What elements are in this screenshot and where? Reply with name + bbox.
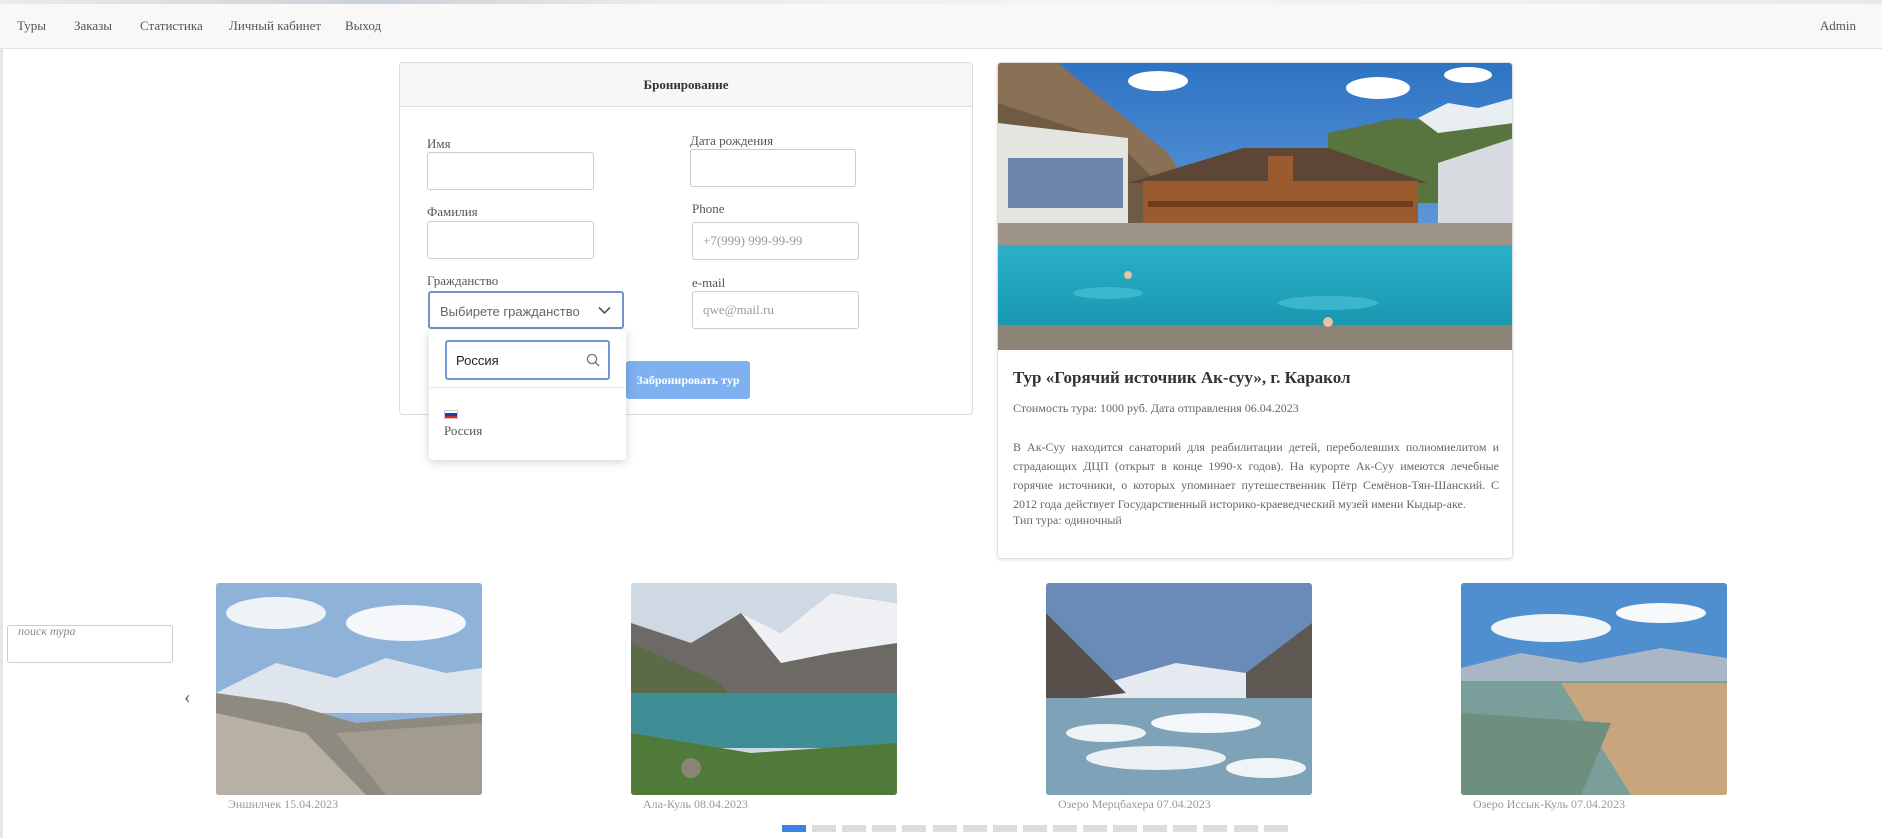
carousel-prev-icon[interactable]: ‹ xyxy=(184,686,191,709)
carousel-slide[interactable] xyxy=(1046,583,1312,795)
carousel-slide[interactable] xyxy=(631,583,897,795)
tour-type: Тип тура: одиночный xyxy=(1013,513,1122,527)
first-name-input[interactable] xyxy=(427,152,594,190)
carousel-dot[interactable] xyxy=(812,825,837,832)
birthdate-label: Дата рождения xyxy=(690,133,774,148)
carousel-dot[interactable] xyxy=(872,825,897,832)
tour-title: Тур «Горячий источник Ак-суу», г. Карако… xyxy=(1013,368,1351,387)
citizenship-dropdown: Россия Россия xyxy=(429,330,626,460)
citizenship-select[interactable]: Выбирете гражданство xyxy=(428,291,624,329)
left-edge xyxy=(0,49,3,838)
carousel-dot[interactable] xyxy=(902,825,927,832)
nav-logout[interactable]: Выход xyxy=(345,18,381,34)
carousel-dot[interactable] xyxy=(782,825,806,832)
birthdate-input[interactable] xyxy=(690,149,856,187)
booking-title: Бронирование xyxy=(400,63,972,107)
book-tour-button[interactable]: Забронировать тур xyxy=(626,361,750,399)
user-name[interactable]: Admin xyxy=(1820,18,1856,34)
phone-input[interactable] xyxy=(692,222,859,260)
slide-caption: Озеро Иссык-Куль 07.04.2023 xyxy=(1473,797,1625,811)
dropdown-separator xyxy=(429,387,626,388)
carousel-dot[interactable] xyxy=(932,825,957,832)
tour-description: В Ак-Суу находится санаторий для реабили… xyxy=(1013,440,1499,511)
carousel-dot[interactable] xyxy=(962,825,987,832)
slide-caption: Эншилчек 15.04.2023 xyxy=(228,797,339,811)
carousel-dot[interactable] xyxy=(1113,825,1138,832)
dropdown-search-input[interactable]: Россия xyxy=(445,340,610,380)
carousel-dot[interactable] xyxy=(1203,825,1228,832)
citizenship-placeholder: Выбирете гражданство xyxy=(440,304,580,319)
nav-statistics[interactable]: Статистика xyxy=(140,18,203,34)
carousel-slide[interactable] xyxy=(1461,583,1727,795)
carousel-dot[interactable] xyxy=(1052,825,1077,832)
window-strip xyxy=(0,0,1882,4)
russia-flag-icon xyxy=(444,410,458,419)
dropdown-search-value: Россия xyxy=(456,353,499,368)
tour-search-input[interactable]: поиск тура xyxy=(7,624,173,663)
carousel-dot[interactable] xyxy=(1083,825,1107,832)
carousel-dot[interactable] xyxy=(1022,825,1047,832)
carousel-slide[interactable] xyxy=(216,583,482,795)
last-name-input[interactable] xyxy=(427,221,594,259)
tour-card: Тур «Горячий источник Ак-суу», г. Карако… xyxy=(997,62,1513,559)
first-name-label: Имя xyxy=(427,136,451,151)
carousel-dot[interactable] xyxy=(992,825,1017,832)
phone-label: Phone xyxy=(692,201,725,216)
dropdown-option-russia[interactable]: Россия xyxy=(444,410,482,439)
citizenship-label: Гражданство xyxy=(427,273,499,288)
email-input[interactable] xyxy=(692,291,859,329)
tour-search-placeholder: поиск тура xyxy=(18,624,76,638)
carousel-dot[interactable] xyxy=(1173,825,1198,832)
slide-caption: Ала-Куль 08.04.2023 xyxy=(643,797,749,811)
carousel-dot[interactable] xyxy=(842,825,867,832)
nav-tours[interactable]: Туры xyxy=(17,18,46,34)
search-icon xyxy=(586,353,600,367)
slide-caption: Озеро Мерцбахера 07.04.2023 xyxy=(1058,797,1211,811)
nav-orders[interactable]: Заказы xyxy=(74,18,112,34)
dropdown-option-label: Россия xyxy=(444,423,483,438)
tour-meta: Стоимость тура: 1000 руб. Дата отправлен… xyxy=(1013,401,1299,415)
chevron-down-icon xyxy=(598,306,611,315)
last-name-label: Фамилия xyxy=(427,204,478,219)
tour-photo xyxy=(998,63,1512,350)
carousel-dot[interactable] xyxy=(1263,825,1288,832)
nav-account[interactable]: Личный кабинет xyxy=(229,18,321,34)
email-label: e-mail xyxy=(692,275,726,290)
carousel-dot[interactable] xyxy=(1143,825,1168,832)
top-navbar: Туры Заказы Статистика Личный кабинет Вы… xyxy=(0,0,1882,49)
carousel-dot[interactable] xyxy=(1233,825,1258,832)
